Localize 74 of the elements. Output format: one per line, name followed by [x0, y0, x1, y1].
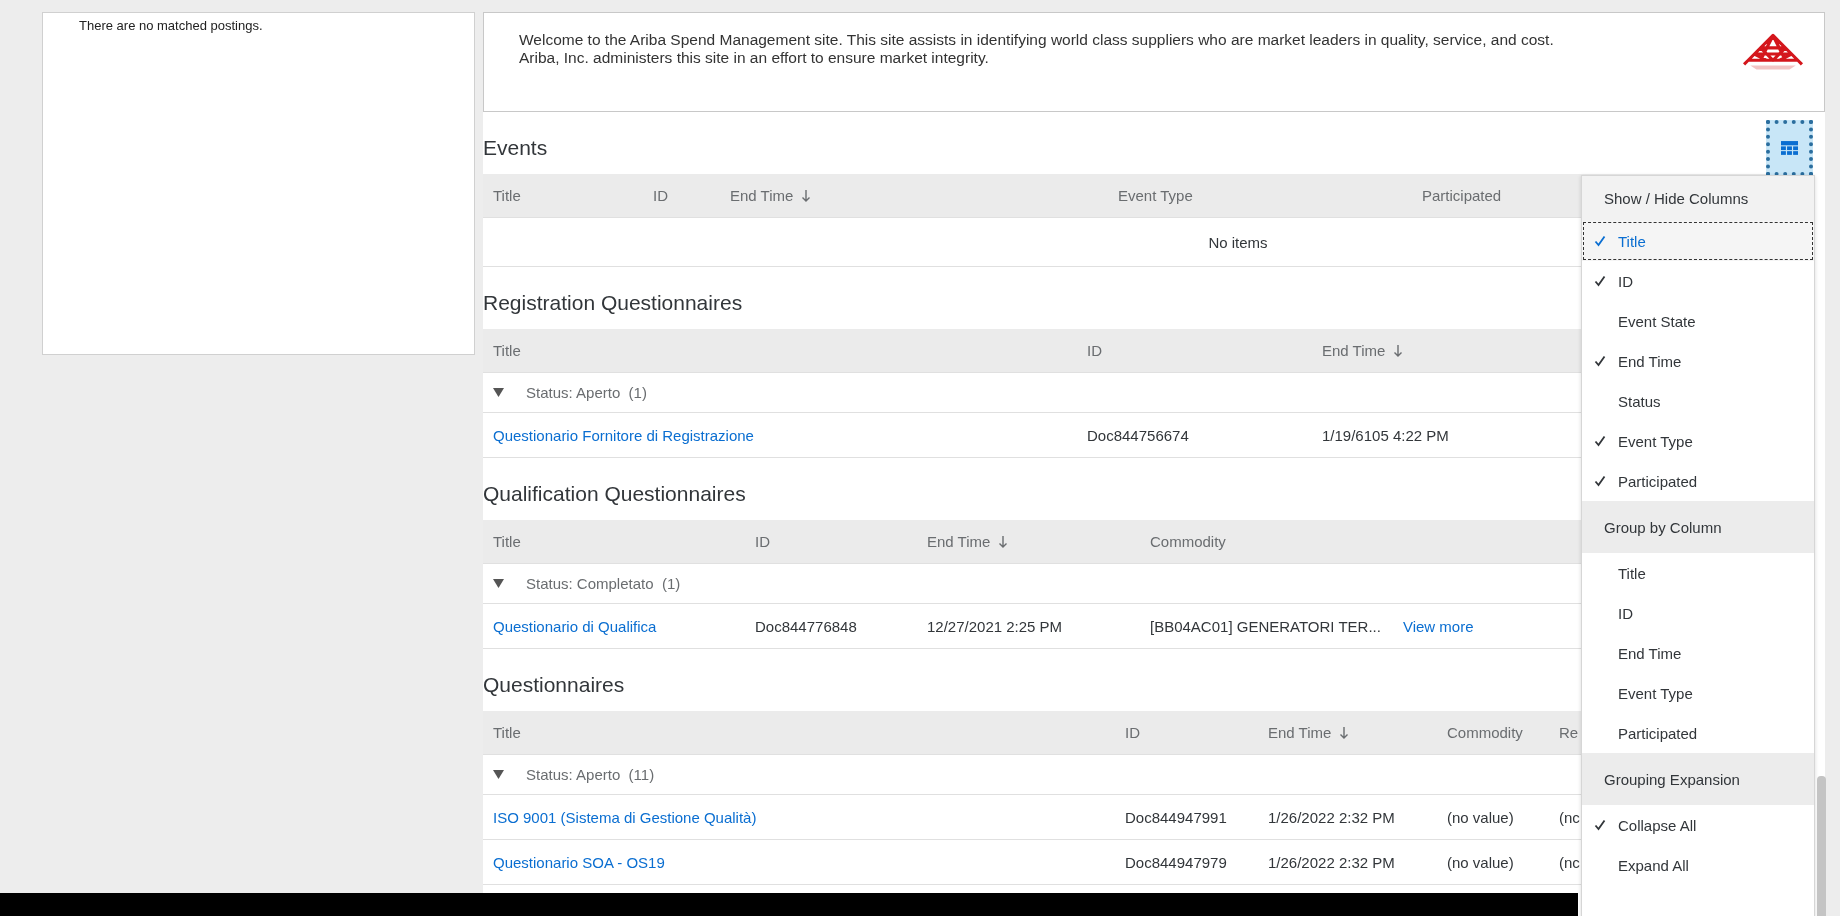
section-heading: Events	[483, 136, 548, 160]
column-header[interactable]: Commodity	[1447, 724, 1523, 741]
column-header[interactable]: Title	[493, 342, 521, 359]
section-heading: Qualification Questionnaires	[483, 482, 746, 506]
menu-item[interactable]: End Time	[1582, 633, 1814, 673]
mesh-logo-icon	[1742, 33, 1804, 71]
sort-arrow-icon	[998, 534, 1009, 549]
title-link[interactable]: ISO 9001 (Sistema di Gestione Qualità)	[493, 808, 1125, 826]
menu-item[interactable]: Event State	[1582, 301, 1814, 341]
column-header[interactable]: End Time	[730, 187, 812, 204]
sort-arrow-icon	[1339, 725, 1350, 740]
table-cell: 1/26/2022 2:32 PM	[1268, 808, 1395, 826]
column-header[interactable]: ID	[1125, 724, 1140, 741]
menu-item[interactable]: Event Type	[1582, 421, 1814, 461]
expand-triangle-icon[interactable]	[493, 769, 504, 780]
section-heading: Questionnaires	[483, 673, 625, 697]
empty-message: No items	[1208, 233, 1268, 251]
welcome-text: Ariba, Inc. administers this site in an effort to ensure market integrity.	[519, 49, 990, 67]
column-header[interactable]: ID	[755, 533, 770, 550]
menu-item[interactable]: Participated	[1582, 713, 1814, 753]
title-link[interactable]: Questionario Fornitore di Registrazione	[493, 426, 1087, 444]
column-header[interactable]: Title	[493, 533, 521, 550]
menu-section-header: Show / Hide Columns	[1582, 176, 1814, 221]
menu-item[interactable]: Status	[1582, 381, 1814, 421]
table-cell: Doc844756674	[1087, 426, 1189, 444]
table-cell: (nc	[1559, 853, 1580, 871]
table-cell: 12/27/2021 2:25 PM	[927, 617, 1063, 635]
table-cell: Doc844947991	[1125, 808, 1227, 826]
menu-item[interactable]: Expand All	[1582, 845, 1814, 885]
column-header[interactable]: Re	[1559, 724, 1579, 741]
view-more-link[interactable]: View more	[1402, 617, 1474, 635]
group-label: Status: Aperto (1)	[526, 384, 647, 401]
table-cell: 1/26/2022 2:32 PM	[1268, 853, 1395, 871]
menu-section-header: Grouping Expansion	[1582, 753, 1814, 805]
menu-item[interactable]: End Time	[1582, 341, 1814, 381]
sort-arrow-icon	[1393, 343, 1404, 358]
table-cell: Doc844776848	[755, 617, 857, 635]
scrollbar-thumb[interactable]	[1817, 776, 1826, 916]
table-cell: Doc844947979	[1125, 853, 1227, 871]
column-header[interactable]: ID	[653, 187, 668, 204]
column-header[interactable]: Event Type	[1118, 187, 1193, 204]
column-header[interactable]: End Time	[1268, 724, 1350, 741]
table-settings-button[interactable]	[1766, 120, 1813, 176]
menu-item[interactable]: Event Type	[1582, 673, 1814, 713]
column-header[interactable]: Commodity	[1150, 533, 1226, 550]
menu-item[interactable]: Title	[1582, 221, 1814, 261]
no-postings-message: There are no matched postings.	[79, 18, 263, 33]
column-header[interactable]: Participated	[1422, 187, 1502, 204]
table-cell: (no value)	[1447, 853, 1514, 871]
column-header[interactable]: Title	[493, 187, 521, 204]
menu-item[interactable]: Collapse All	[1582, 805, 1814, 845]
column-header[interactable]: Title	[493, 724, 521, 741]
menu-section-header: Group by Column	[1582, 501, 1814, 553]
expand-triangle-icon[interactable]	[493, 387, 504, 398]
table-cell: (no value)	[1447, 808, 1514, 826]
group-label: Status: Completato (1)	[526, 575, 681, 592]
group-label: Status: Aperto (11)	[526, 766, 655, 783]
title-link[interactable]: Questionario di Qualifica	[493, 617, 755, 635]
sort-arrow-icon	[801, 188, 812, 203]
table-cell: (nc	[1559, 808, 1580, 826]
menu-item[interactable]: ID	[1582, 593, 1814, 633]
column-header[interactable]: End Time	[1322, 342, 1404, 359]
table-cell: [BB04AC01] GENERATORI TER...	[1150, 617, 1381, 635]
section-heading: Registration Questionnaires	[483, 291, 743, 315]
menu-item[interactable]: Participated	[1582, 461, 1814, 501]
menu-item[interactable]: ID	[1582, 261, 1814, 301]
column-header[interactable]: End Time	[927, 533, 1009, 550]
menu-item[interactable]: Title	[1582, 553, 1814, 593]
welcome-text: Welcome to the Ariba Spend Management site. This site assists in identifying world class suppliers who are market leaders in quality, service, and cost.	[519, 31, 1554, 49]
title-link[interactable]: Questionario SOA - OS19	[493, 853, 1125, 871]
column-header[interactable]: ID	[1087, 342, 1102, 359]
expand-triangle-icon[interactable]	[493, 578, 504, 589]
table-cell: 1/19/6105 4:22 PM	[1322, 426, 1449, 444]
table-icon	[1781, 140, 1798, 156]
